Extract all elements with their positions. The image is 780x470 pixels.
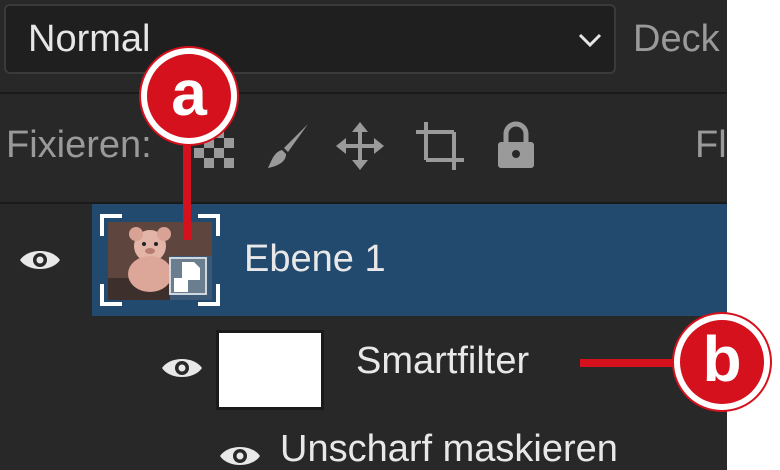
callout-a-line <box>183 128 191 240</box>
move-icon[interactable] <box>334 120 386 172</box>
blend-mode-select[interactable]: Normal <box>4 4 616 74</box>
filter-row[interactable]: Unscharf maskieren <box>0 420 727 470</box>
smart-filter-row[interactable]: Smartfilter <box>0 318 727 420</box>
layer-name[interactable]: Ebene 1 <box>244 238 386 281</box>
blend-toolbar: Normal Deck <box>0 0 727 94</box>
lock-icon[interactable] <box>490 120 542 172</box>
callout-b-line <box>580 359 680 367</box>
brush-icon[interactable] <box>264 120 316 172</box>
callout-a: a <box>141 48 237 144</box>
teddy-bear-thumbnail <box>108 222 212 300</box>
fill-label: Fl <box>695 124 727 166</box>
layer-thumbnail[interactable] <box>100 214 220 306</box>
layers-panel: Normal Deck Fixieren: Fl Ebene 1 Smartfi… <box>0 0 727 470</box>
blend-mode-value: Normal <box>28 18 151 60</box>
lock-toolbar: Fixieren: Fl <box>0 94 727 204</box>
eye-icon[interactable] <box>18 246 62 274</box>
callout-b: b <box>674 314 770 410</box>
eye-icon[interactable] <box>218 442 262 470</box>
smart-filter-label[interactable]: Smartfilter <box>356 340 529 383</box>
artboard-icon[interactable] <box>414 120 466 172</box>
filter-name[interactable]: Unscharf maskieren <box>280 428 618 470</box>
smart-filter-mask-thumbnail[interactable] <box>216 330 324 410</box>
smart-object-icon <box>169 257 207 295</box>
layer-row[interactable]: Ebene 1 <box>0 204 727 316</box>
chevron-down-icon <box>578 33 602 48</box>
lock-label: Fixieren: <box>6 124 152 166</box>
eye-icon[interactable] <box>160 354 204 382</box>
opacity-label: Deck <box>633 18 720 60</box>
